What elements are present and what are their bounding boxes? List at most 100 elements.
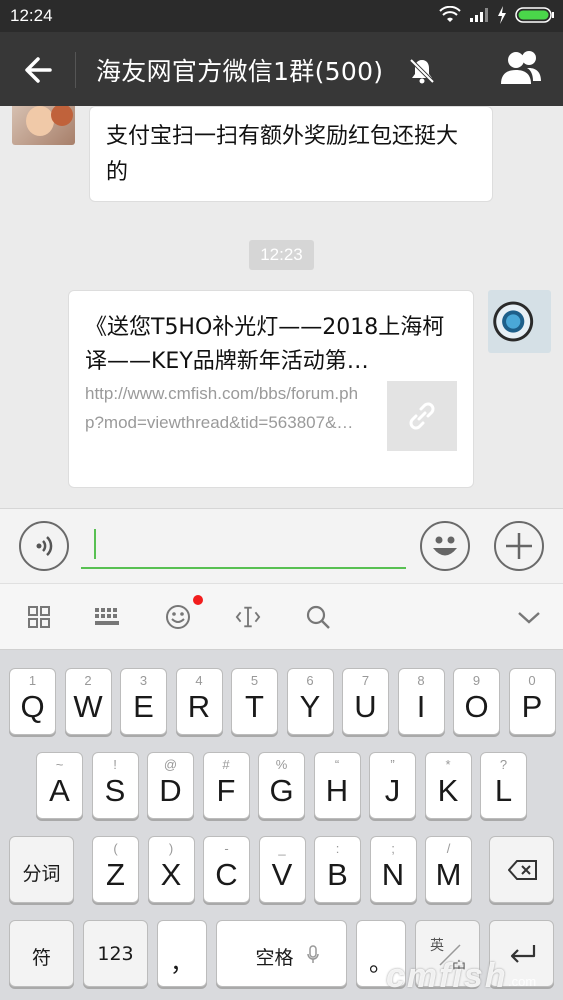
key-secondary-label: 9 [472, 673, 481, 688]
key-label: Y [299, 689, 321, 724]
number-key-label: 123 [97, 943, 134, 965]
key-label: S [104, 773, 126, 808]
key-label: Z [106, 857, 125, 892]
search-icon[interactable] [305, 604, 331, 630]
key-b[interactable]: :B [314, 836, 361, 903]
my-avatar[interactable] [488, 290, 551, 353]
key-a[interactable]: ~ A [36, 752, 83, 819]
key-label: W [73, 689, 103, 724]
link-card-thumbnail [387, 381, 457, 451]
key-o[interactable]: 9O [453, 668, 500, 735]
key-label: U [354, 689, 377, 724]
chevron-down-icon[interactable] [516, 604, 542, 630]
key-z[interactable]: (Z [92, 836, 139, 903]
key-c[interactable]: -C [203, 836, 250, 903]
emoji-button[interactable] [420, 521, 470, 571]
key-f[interactable]: # F [202, 752, 250, 819]
key-q[interactable]: 1Q [9, 668, 56, 735]
incoming-message-bubble[interactable]: 支付宝扫一扫有额外奖励红包还挺大的 [89, 106, 493, 202]
key-v[interactable]: _ V [258, 836, 306, 903]
key-secondary-label: 1 [28, 673, 37, 688]
key-e[interactable]: 3E [120, 668, 167, 735]
key-label: B [327, 857, 348, 892]
link-card[interactable]: 《送您T5HO补光灯——2018上海柯译——KEY品牌新年活动第… http:/… [68, 290, 474, 488]
key-secondary-label: ; [391, 841, 395, 856]
key-label: Q [20, 689, 45, 724]
more-options-button[interactable] [494, 521, 544, 571]
enter-icon [510, 945, 536, 963]
input-bar [0, 508, 563, 583]
key-i[interactable]: 8I [397, 668, 445, 735]
space-key[interactable]: 空格 [216, 920, 347, 987]
key-w[interactable]: 2W [64, 668, 112, 735]
number-key[interactable]: 123 [83, 920, 148, 987]
link-icon [409, 402, 435, 430]
chat-area[interactable]: 支付宝扫一扫有额外奖励红包还挺大的 12:23 《送您T5HO补光灯——2018… [0, 106, 563, 508]
key-secondary-label: ~ [55, 757, 64, 772]
symbol-key[interactable]: 符 [9, 920, 74, 987]
key-secondary-label: - [224, 841, 229, 856]
key-t[interactable]: 5T [231, 668, 278, 735]
chat-title: 海友网官方微信1群(500) [96, 57, 384, 86]
avatar-ball [51, 106, 73, 126]
charging-icon [498, 6, 506, 24]
key-secondary-label: 7 [361, 673, 370, 688]
message-input[interactable] [81, 523, 406, 569]
key-s[interactable]: ! S [91, 752, 139, 819]
wifi-icon [439, 6, 461, 22]
space-key-label: 空格 [255, 947, 294, 969]
key-secondary-label: 3 [139, 673, 148, 688]
key-secondary-label: _ [278, 841, 286, 856]
key-x[interactable]: ) X [147, 836, 195, 903]
backspace-key[interactable] [489, 836, 554, 903]
symbol-key-label: 符 [31, 947, 51, 969]
mute-icon [407, 56, 437, 86]
key-label: N [381, 857, 405, 892]
back-button[interactable] [20, 52, 56, 88]
segment-key[interactable]: 分词 [9, 836, 74, 903]
key-label: J [384, 773, 401, 808]
key-g[interactable]: % G [258, 752, 305, 819]
key-u[interactable]: 7U [342, 668, 389, 735]
key-d[interactable]: @ D [147, 752, 194, 819]
watermark: cmfish [386, 957, 508, 995]
key-m[interactable]: / M [425, 836, 472, 903]
status-bar: 12:24 [0, 0, 563, 32]
grid-icon[interactable] [26, 604, 52, 630]
comma-key[interactable]: ， [157, 920, 207, 987]
key-label: F [216, 773, 236, 808]
smiley-icon [433, 536, 457, 556]
keyboard-icon[interactable] [94, 604, 120, 630]
group-members-button[interactable] [499, 48, 543, 88]
key-p[interactable]: 0P [508, 668, 556, 735]
people-icon [501, 51, 541, 84]
key-label: T [245, 689, 264, 724]
key-k[interactable]: * K [424, 752, 472, 819]
plus-icon [506, 533, 532, 559]
key-j[interactable]: ” J [369, 752, 416, 819]
key-label: M [435, 857, 462, 892]
key-h[interactable]: “H [313, 752, 361, 819]
key-label: A [49, 773, 70, 808]
key-label: P [521, 689, 543, 724]
emoji-panel-icon[interactable] [165, 604, 191, 630]
chat-header: 海友网官方微信1群(500) [0, 32, 563, 106]
key-y[interactable]: 6Y [286, 668, 334, 735]
key-secondary-label: 2 [84, 673, 92, 688]
key-l[interactable]: ? L [480, 752, 527, 819]
key-label: K [437, 773, 459, 808]
key-n[interactable]: ; N [369, 836, 417, 903]
key-secondary-label: ? [499, 757, 508, 772]
link-card-url: http://www.cmfish.com/bbs/forum.php?mod=… [85, 384, 359, 432]
key-secondary-label: : [335, 841, 340, 856]
key-r[interactable]: 4R [175, 668, 223, 735]
message-text: 支付宝扫一扫有额外奖励红包还挺大的 [106, 124, 459, 185]
avatar-face [26, 106, 54, 136]
cursor-icon[interactable] [235, 604, 261, 630]
signal-icon [470, 8, 488, 22]
key-label: I [416, 689, 426, 724]
microphone-icon [307, 945, 319, 963]
voice-input-button[interactable] [19, 521, 69, 571]
avatar[interactable] [12, 106, 75, 145]
key-label: D [159, 773, 182, 808]
